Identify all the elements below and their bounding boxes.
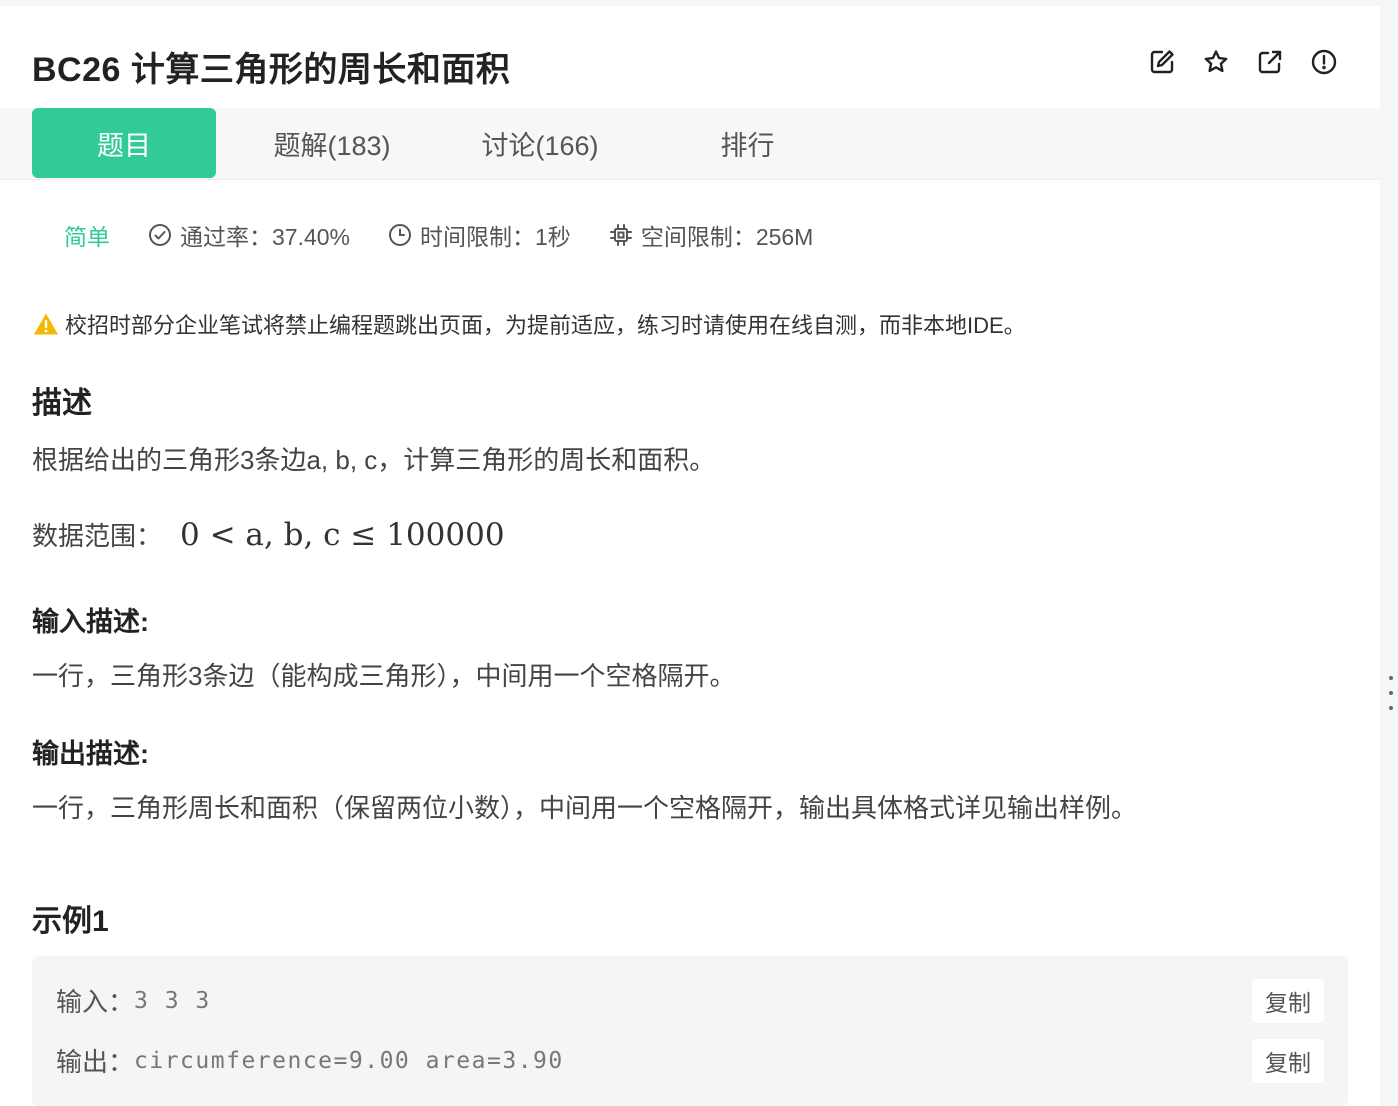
data-range: 数据范围： 0 < a, b, c ≤ 100000 xyxy=(32,516,505,553)
data-range-formula: 0 < a, b, c ≤ 100000 xyxy=(180,517,505,553)
problem-page: BC26 计算三角形的周长和面积 题目 题解(183) 讨论(166) 排行 简… xyxy=(0,6,1380,1106)
clock-icon xyxy=(389,224,412,246)
example-heading: 示例1 xyxy=(32,905,109,938)
tab-problem[interactable]: 题目 xyxy=(32,108,216,178)
pass-rate-text: 通过率：37.40% xyxy=(180,224,351,250)
pass-rate: 通过率：37.40% xyxy=(148,218,350,252)
handle-dot xyxy=(1389,706,1393,710)
external-link-icon[interactable] xyxy=(1254,46,1286,78)
input-text: 一行，三角形3条边（能构成三角形），中间用一个空格隔开。 xyxy=(32,661,736,691)
handle-dot xyxy=(1389,691,1393,695)
panel-resize-handle[interactable] xyxy=(1388,676,1394,710)
copy-output-button[interactable]: 复制 xyxy=(1252,1039,1324,1083)
example-input-label: 输入： xyxy=(56,987,135,1017)
problem-title: BC26 计算三角形的周长和面积 xyxy=(32,51,511,89)
chip-icon xyxy=(609,224,632,246)
edit-icon[interactable] xyxy=(1146,46,1178,78)
tab-discussion[interactable]: 讨论(166) xyxy=(440,108,640,178)
report-icon[interactable] xyxy=(1308,46,1340,78)
tab-solutions[interactable]: 题解(183) xyxy=(232,108,432,178)
copy-input-button[interactable]: 复制 xyxy=(1252,979,1324,1023)
check-circle-icon xyxy=(149,224,171,246)
data-range-label: 数据范围： xyxy=(32,521,163,551)
output-heading: 输出描述: xyxy=(32,739,149,769)
input-heading: 输入描述: xyxy=(32,607,149,637)
output-text: 一行，三角形周长和面积（保留两位小数），中间用一个空格隔开，输出具体格式详见输出… xyxy=(32,793,1138,823)
description-heading: 描述 xyxy=(32,387,92,420)
exam-warning: 校招时部分企业笔试将禁止编程题跳出页面，为提前适应，练习时请使用在线自测，而非本… xyxy=(33,308,1026,340)
warning-text: 校招时部分企业笔试将禁止编程题跳出页面，为提前适应，练习时请使用在线自测，而非本… xyxy=(65,313,1026,338)
problem-tabs: 题目 题解(183) 讨论(166) 排行 xyxy=(0,108,1380,180)
tab-ranking[interactable]: 排行 xyxy=(680,108,815,178)
description-text: 根据给出的三角形3条边a, b, c，计算三角形的周长和面积。 xyxy=(32,445,716,475)
example-output-row: 输出： circumference=9.00 area=3.90 xyxy=(56,1042,564,1079)
handle-dot xyxy=(1389,676,1393,680)
space-limit-text: 空间限制：256M xyxy=(640,224,814,250)
space-limit: 空间限制：256M xyxy=(609,218,814,252)
example-input-row: 输入： 3 3 3 xyxy=(56,982,211,1019)
time-limit-text: 时间限制：1秒 xyxy=(420,224,571,250)
time-limit: 时间限制：1秒 xyxy=(388,218,571,252)
problem-meta: 简单 通过率：37.40% 时间限制：1秒 空间限制：256M xyxy=(64,218,851,252)
warning-icon xyxy=(34,313,58,335)
problem-header: BC26 计算三角形的周长和面积 xyxy=(0,6,1380,108)
star-icon[interactable] xyxy=(1200,46,1232,78)
header-actions xyxy=(1146,46,1340,78)
example-input-value: 3 3 3 xyxy=(134,987,211,1014)
example-output-value: circumference=9.00 area=3.90 xyxy=(134,1047,564,1074)
example-output-label: 输出： xyxy=(56,1047,135,1077)
example-box: 输入： 3 3 3 复制 输出： circumference=9.00 area… xyxy=(32,956,1348,1106)
difficulty-badge: 简单 xyxy=(64,224,110,250)
